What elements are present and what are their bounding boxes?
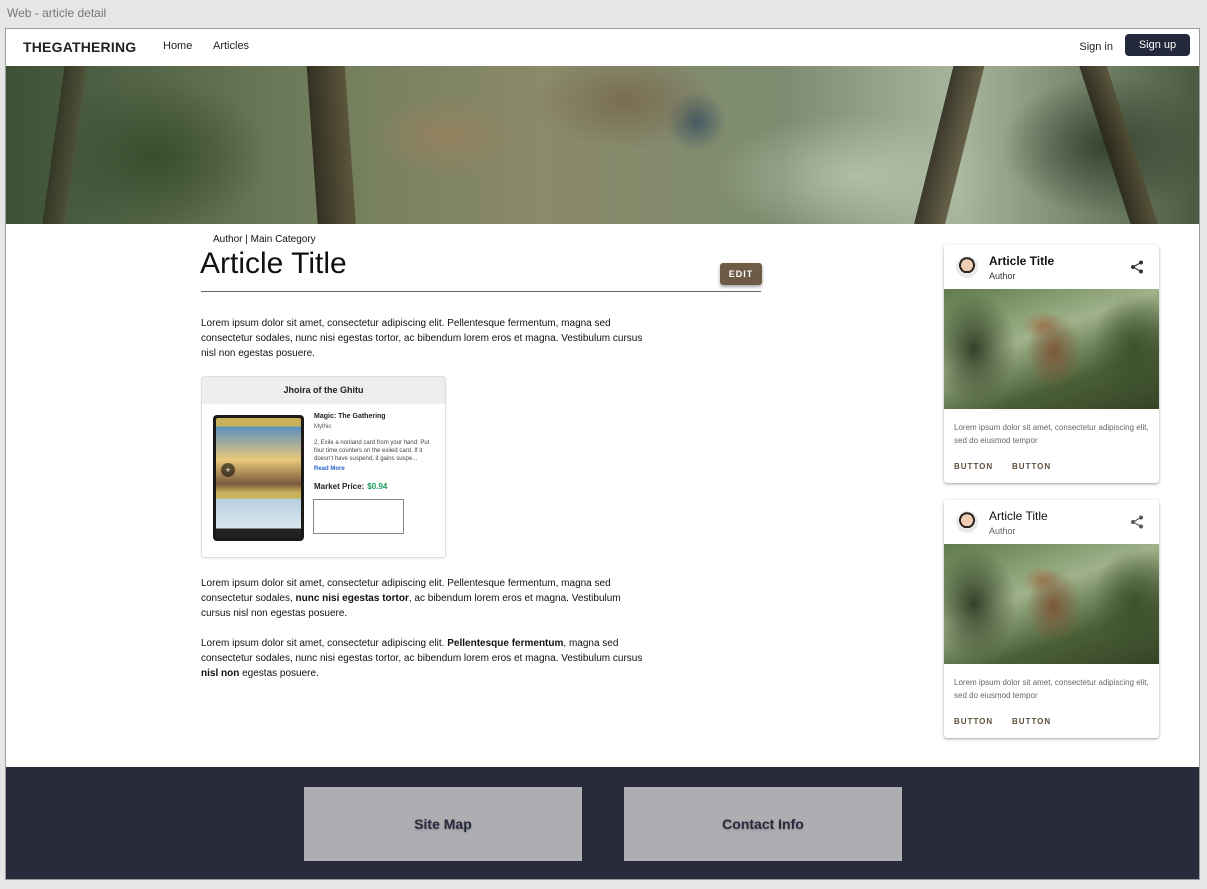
card-author: Author	[989, 271, 1016, 281]
share-icon[interactable]	[1129, 514, 1145, 530]
zoom-icon[interactable]: +	[221, 463, 235, 477]
share-icon[interactable]	[1129, 259, 1145, 275]
product-description: 2, Exile a nonland card from your hand: …	[314, 440, 430, 462]
edit-button[interactable]: EDIT	[720, 263, 762, 285]
site-logo[interactable]: THEGATHERING	[23, 39, 136, 55]
card-image	[944, 289, 1159, 409]
card-title: Article Title	[989, 254, 1055, 268]
page-frame: THEGATHERING Home Articles Sign in Sign …	[5, 28, 1200, 880]
avatar	[956, 256, 978, 278]
related-article-card[interactable]: Article Title Author Lorem ipsum dolor s…	[944, 500, 1159, 738]
product-card[interactable]: Jhoira of the Ghitu + Magic: The Gatheri…	[201, 376, 446, 558]
article-title: Article Title	[200, 247, 347, 280]
sign-up-button[interactable]: Sign up	[1125, 34, 1190, 56]
card-image[interactable]: +	[213, 415, 304, 541]
product-rarity: Mythic	[314, 424, 332, 430]
read-more-link[interactable]: Read More	[314, 466, 436, 472]
price-label: Market Price:	[314, 482, 365, 491]
article-byline: Author | Main Category	[213, 234, 316, 245]
card-image	[944, 544, 1159, 664]
market-price: Market Price: $0.94	[314, 482, 436, 491]
article-paragraph-3: Lorem ipsum dolor sit amet, consectetur …	[201, 638, 643, 679]
sign-in-link[interactable]: Sign in	[1079, 41, 1113, 53]
card-text: Lorem ipsum dolor sit amet, consectetur …	[954, 678, 1149, 700]
card-button-2[interactable]: BUTTON	[1012, 462, 1051, 471]
card-button-2[interactable]: BUTTON	[1012, 717, 1051, 726]
article-paragraph-1: Lorem ipsum dolor sit amet, consectetur …	[201, 318, 643, 359]
product-info: Magic: The Gathering Mythic 2, Exile a n…	[314, 413, 436, 491]
card-button-1[interactable]: BUTTON	[954, 717, 993, 726]
title-divider	[201, 291, 761, 292]
nav-articles-link[interactable]: Articles	[213, 40, 249, 52]
card-text: Lorem ipsum dolor sit amet, consectetur …	[954, 423, 1149, 445]
footer: Site Map Contact Info	[6, 767, 1199, 879]
related-article-card[interactable]: Article Title Author Lorem ipsum dolor s…	[944, 245, 1159, 483]
product-empty-box	[313, 499, 404, 534]
article-paragraph-2: Lorem ipsum dolor sit amet, consectetur …	[201, 578, 621, 619]
product-name: Jhoira of the Ghitu	[202, 377, 445, 404]
nav-home-link[interactable]: Home	[163, 40, 192, 52]
site-map-link[interactable]: Site Map	[304, 787, 582, 861]
product-set: Magic: The Gathering	[314, 413, 386, 420]
price-value: $0.94	[367, 482, 388, 491]
card-title: Article Title	[989, 509, 1048, 523]
contact-info-link[interactable]: Contact Info	[624, 787, 902, 861]
hero-banner-image	[6, 66, 1199, 224]
card-button-1[interactable]: BUTTON	[954, 462, 993, 471]
frame-label: Web - article detail	[7, 6, 107, 20]
avatar	[956, 511, 978, 533]
top-nav: THEGATHERING Home Articles Sign in Sign …	[6, 29, 1199, 66]
card-author: Author	[989, 526, 1016, 536]
